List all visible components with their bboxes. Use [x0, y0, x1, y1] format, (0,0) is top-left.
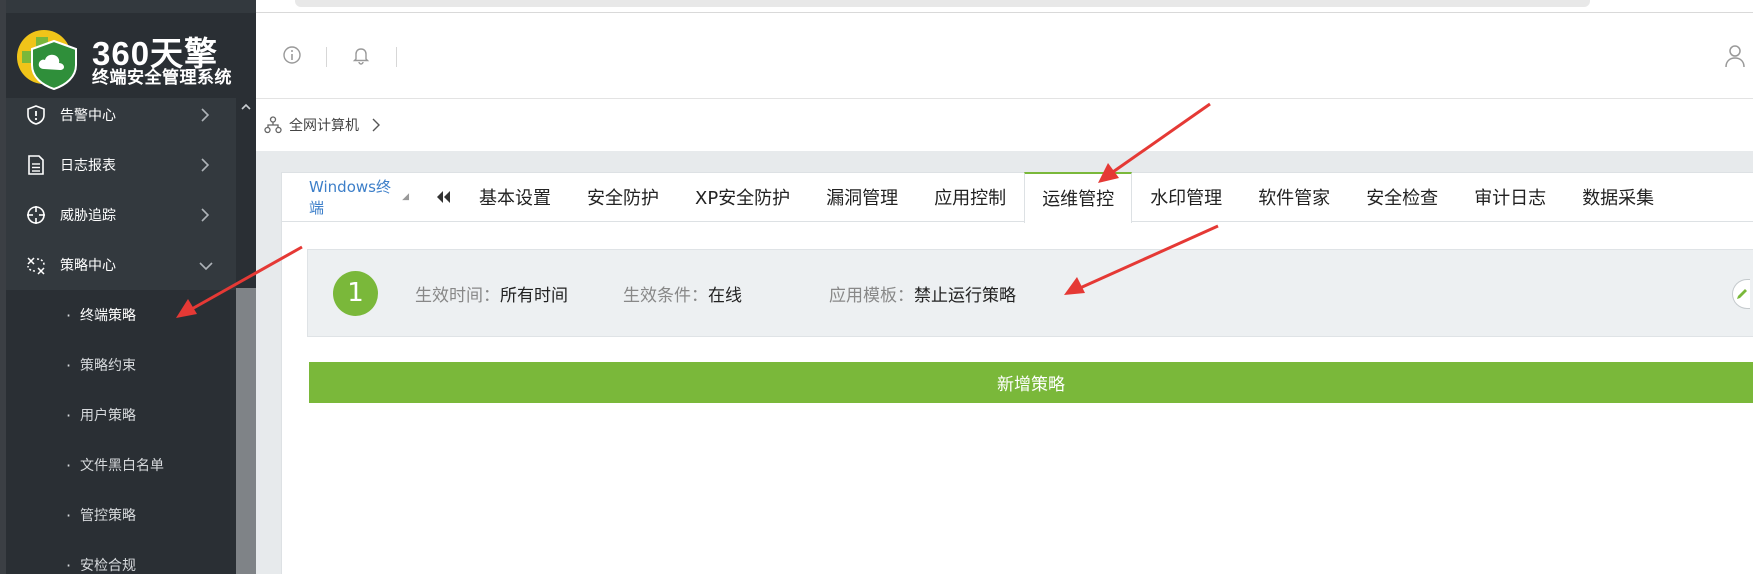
field-value: 所有时间 — [500, 285, 568, 306]
os-type-value: Windows终端 — [309, 177, 391, 217]
tab-basic-settings[interactable]: 基本设置 — [461, 172, 569, 222]
tab-ops-control[interactable]: 运维管控 — [1024, 171, 1133, 223]
breadcrumb-all-computers[interactable]: 全网计算机 — [289, 115, 359, 135]
field-label: 应用模板： — [829, 285, 914, 306]
policy-condition: 生效条件：在线 — [623, 281, 742, 306]
sidebar-item-threat-tracking[interactable]: 威胁追踪 — [0, 190, 236, 240]
chevron-right-icon — [201, 158, 210, 172]
bell-icon[interactable] — [351, 45, 371, 65]
sidebar-scrollbar-thumb[interactable] — [236, 98, 256, 288]
sidebar-item-label: 告警中心 — [60, 108, 116, 124]
window-edge — [0, 0, 6, 574]
double-chevron-left-icon — [437, 190, 450, 203]
user-icon[interactable] — [1724, 44, 1746, 68]
logo-mark-icon — [17, 30, 77, 91]
tab-watermark[interactable]: 水印管理 — [1132, 172, 1240, 222]
sidebar-subitem-policy-constraint[interactable]: 策略约束 — [0, 340, 236, 390]
sidebar-item-policy-center[interactable]: 策略中心 — [0, 240, 236, 290]
tab-scroll-left[interactable] — [425, 190, 461, 204]
policy-effective-time: 生效时间：所有时间 — [415, 281, 568, 306]
policy-tabs: Windows终端 ◢ 基本设置 安全防护 XP安全防护 漏洞管理 应用控制 运… — [281, 171, 1753, 223]
logo-subtitle: 终端安全管理系统 — [92, 68, 232, 88]
chevron-down-icon — [199, 262, 213, 271]
tab-data-collection[interactable]: 数据采集 — [1564, 172, 1672, 222]
tab-vulnerability[interactable]: 漏洞管理 — [808, 172, 916, 222]
crosshair-icon — [25, 204, 47, 226]
logo: 360天擎 终端安全管理系统 — [0, 13, 256, 98]
policy-submenu: 终端策略 策略约束 用户策略 文件黑白名单 管控策略 安检合规 — [0, 290, 236, 574]
sidebar-subitem-endpoint-policy[interactable]: 终端策略 — [0, 290, 236, 340]
field-value: 禁止运行策略 — [914, 285, 1016, 306]
sidebar-item-alerts[interactable]: 告警中心 — [0, 90, 236, 140]
tab-security-check[interactable]: 安全检查 — [1348, 172, 1456, 222]
sidebar-item-logs[interactable]: 日志报表 — [0, 140, 236, 190]
tab-security-protection[interactable]: 安全防护 — [569, 172, 677, 222]
sidebar-subitem-file-blackwhite-list[interactable]: 文件黑白名单 — [0, 440, 236, 490]
tab-app-control[interactable]: 应用控制 — [916, 172, 1024, 222]
sidebar-subitem-control-policy[interactable]: 管控策略 — [0, 490, 236, 540]
chevron-right-icon — [201, 108, 210, 122]
tab-software-manager[interactable]: 软件管家 — [1240, 172, 1348, 222]
policy-template: 应用模板：禁止运行策略 — [829, 281, 1016, 306]
policy-icon — [25, 254, 47, 276]
info-icon[interactable] — [282, 45, 302, 65]
sidebar: 360天擎 终端安全管理系统 告警中心 日志报表 威胁追踪 策略中心 · 终端策… — [0, 0, 256, 574]
header-divider — [326, 47, 327, 67]
policy-number-badge: 1 — [333, 270, 378, 316]
top-header — [256, 13, 1753, 99]
header-divider — [396, 47, 397, 67]
tab-audit-log[interactable]: 审计日志 — [1456, 172, 1564, 222]
sidebar-item-label: 威胁追踪 — [60, 208, 116, 224]
network-icon — [264, 116, 282, 134]
sidebar-item-label: 策略中心 — [60, 258, 116, 274]
address-bar[interactable] — [295, 0, 1590, 7]
breadcrumb: 全网计算机 — [256, 99, 1753, 151]
browser-strip — [0, 0, 1753, 13]
chevron-right-icon — [201, 208, 210, 222]
chevron-right-icon — [372, 118, 380, 132]
policy-card[interactable]: 1 生效时间：所有时间 生效条件：在线 应用模板：禁止运行策略 — [307, 249, 1753, 337]
pencil-icon — [1736, 289, 1747, 299]
sidebar-subitem-compliance[interactable]: 安检合规 — [0, 540, 236, 574]
field-value: 在线 — [708, 285, 742, 306]
dropdown-triangle-icon: ◢ — [402, 191, 409, 202]
sidebar-item-label: 日志报表 — [60, 158, 116, 174]
field-label: 生效时间： — [415, 285, 500, 306]
sidebar-menu: 告警中心 日志报表 威胁追踪 策略中心 终端策略 策略约束 — [0, 90, 236, 574]
os-type-select[interactable]: Windows终端 ◢ — [281, 176, 409, 218]
shield-alert-icon — [25, 104, 47, 126]
document-icon — [25, 154, 47, 176]
scroll-up-icon[interactable] — [239, 100, 253, 114]
tab-xp-security[interactable]: XP安全防护 — [677, 172, 808, 222]
add-policy-button[interactable]: 新增策略 — [309, 362, 1753, 403]
field-label: 生效条件： — [623, 285, 708, 306]
sidebar-subitem-user-policy[interactable]: 用户策略 — [0, 390, 236, 440]
edit-policy-button[interactable] — [1732, 279, 1750, 309]
